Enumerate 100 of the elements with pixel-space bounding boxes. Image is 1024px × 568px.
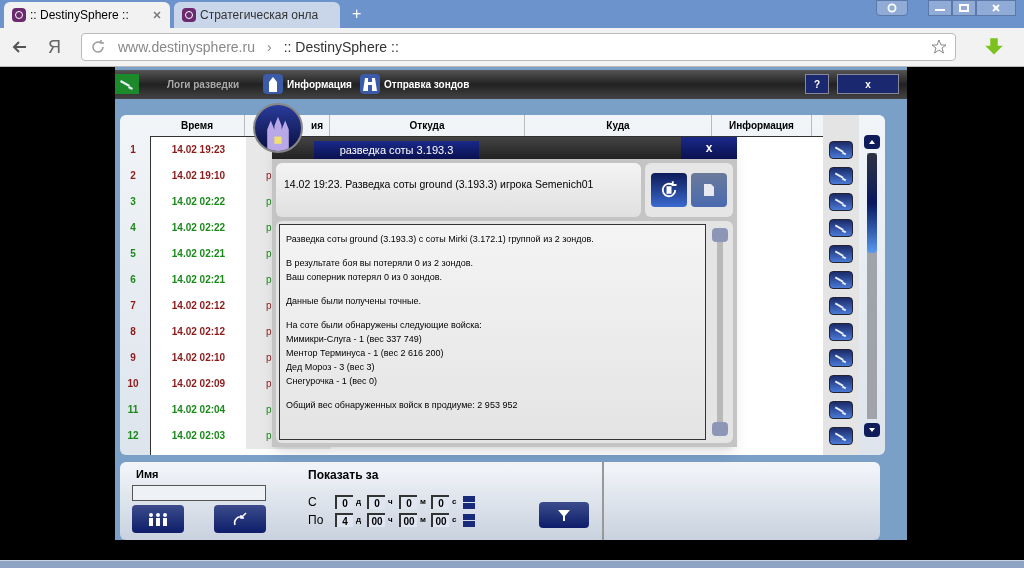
restore-button[interactable] [952, 0, 976, 16]
spin-up-button[interactable] [463, 513, 475, 520]
unit-label: м [420, 496, 427, 509]
browser-tab[interactable]: :: DestinySphere :: [4, 2, 170, 28]
minimize-button[interactable] [928, 0, 952, 16]
table-cell-text: 14.02 19:10 [170, 169, 227, 184]
row-number: 1 [129, 143, 137, 158]
game-tab[interactable]: Логи разведки [115, 70, 264, 99]
scout-button[interactable] [829, 140, 853, 159]
scroll-up-button[interactable] [864, 134, 880, 149]
refresh-icon[interactable] [90, 39, 106, 55]
scout-button[interactable] [829, 374, 853, 393]
row-number: 3 [129, 195, 137, 210]
close-icon[interactable] [152, 10, 162, 20]
row-number: 12 [126, 429, 140, 444]
unit-label: с [452, 514, 458, 527]
scout-button[interactable] [829, 296, 853, 315]
dialog-close-button[interactable]: x [681, 137, 737, 159]
group-button[interactable] [132, 504, 184, 533]
site-icon [12, 8, 26, 22]
close-button[interactable]: x [837, 74, 899, 95]
table-cell-text: 14.02 02:12 [170, 325, 227, 340]
gear-icon [886, 2, 898, 14]
row-number: 7 [129, 299, 137, 314]
new-report-button[interactable] [691, 173, 727, 207]
game-tab[interactable]: Отправка зондов [359, 70, 478, 99]
table-cell-text: 14.02 02:12 [170, 299, 227, 314]
spin-down-button[interactable] [463, 520, 475, 527]
telescope-button[interactable] [115, 74, 139, 95]
unit-label: д [356, 514, 363, 527]
time-input-field[interactable]: 0 [335, 495, 353, 510]
binoculars-icon [359, 74, 380, 95]
scout-button[interactable] [829, 322, 853, 341]
close-icon [991, 3, 1001, 13]
collapse-button[interactable] [214, 504, 266, 533]
table-cell-text: 14.02 02:22 [170, 221, 227, 236]
page-title: :: DestinySphere :: [283, 37, 399, 57]
browser-tab[interactable]: Стратегическая онла [174, 2, 340, 28]
scout-button[interactable] [829, 348, 853, 367]
time-input-field[interactable]: 00 [367, 513, 385, 528]
address-bar[interactable]: www.destinysphere.ru › :: DestinySphere :: [81, 33, 956, 61]
settings-button[interactable] [876, 0, 908, 16]
filter-button[interactable] [539, 502, 589, 528]
scrollbar-track[interactable] [717, 242, 723, 422]
scout-button[interactable] [829, 270, 853, 289]
row-number: 2 [129, 169, 137, 184]
scout-button[interactable] [829, 166, 853, 185]
game-tab[interactable]: Информация [263, 70, 360, 99]
scrollbar-thumb[interactable] [867, 152, 877, 253]
unit-label: м [420, 514, 427, 527]
unit-label: д [356, 496, 363, 509]
table-cell-text: 14.02 02:22 [170, 195, 227, 210]
funnel-icon [556, 507, 572, 523]
scroll-down-button[interactable] [864, 423, 880, 438]
yandex-button[interactable]: Я [40, 33, 69, 61]
scout-button[interactable] [829, 244, 853, 263]
table-cell-text: 14.02 02:04 [170, 403, 227, 418]
scout-button[interactable] [829, 400, 853, 419]
back-icon[interactable] [12, 39, 28, 55]
table-cell-text: 14.02 19:23 [170, 143, 227, 158]
refresh-report-button[interactable] [651, 173, 687, 207]
scrollbar-track[interactable] [867, 152, 877, 420]
scout-button[interactable] [829, 218, 853, 237]
time-input-field[interactable]: 00 [431, 513, 449, 528]
restore-icon [959, 4, 969, 12]
spin-down-button[interactable] [463, 502, 475, 509]
row-number: 5 [129, 247, 137, 262]
url-separator: › [265, 37, 273, 57]
period-label: Показать за [308, 467, 380, 485]
close-window-button[interactable] [976, 0, 1016, 16]
name-input-field[interactable] [132, 484, 266, 501]
time-input-field[interactable]: 4 [335, 513, 353, 528]
star-icon[interactable] [931, 39, 947, 55]
unit-label: ч [388, 514, 394, 527]
scout-button[interactable] [829, 192, 853, 211]
building-icon [263, 74, 284, 95]
unit-label: ч [388, 496, 394, 509]
three-people-icon [146, 510, 170, 527]
scout-button[interactable] [829, 426, 853, 445]
range-label: С [308, 494, 318, 512]
spin-up-button[interactable] [463, 495, 475, 502]
table-cell-text: 14.02 02:09 [170, 377, 227, 392]
row-number: 6 [129, 273, 137, 288]
refresh-icon [659, 180, 679, 200]
row-number: 8 [129, 325, 137, 340]
time-input-field[interactable]: 0 [431, 495, 449, 510]
help-button[interactable]: ? [805, 74, 829, 95]
time-input-field[interactable]: 00 [399, 513, 417, 528]
column-header: Откуда [330, 114, 525, 136]
site-icon [182, 8, 196, 22]
row-number: 9 [129, 351, 137, 366]
arrow-icon [232, 510, 248, 527]
table-cell-text: 14.02 02:03 [170, 429, 227, 444]
url-text: www.destinysphere.ru [117, 37, 255, 57]
row-number: 4 [129, 221, 137, 236]
column-header: Информация [712, 114, 812, 136]
time-input-field[interactable]: 0 [399, 495, 417, 510]
document-icon [701, 182, 717, 198]
time-input-field[interactable]: 0 [367, 495, 385, 510]
row-number: 10 [126, 377, 140, 392]
